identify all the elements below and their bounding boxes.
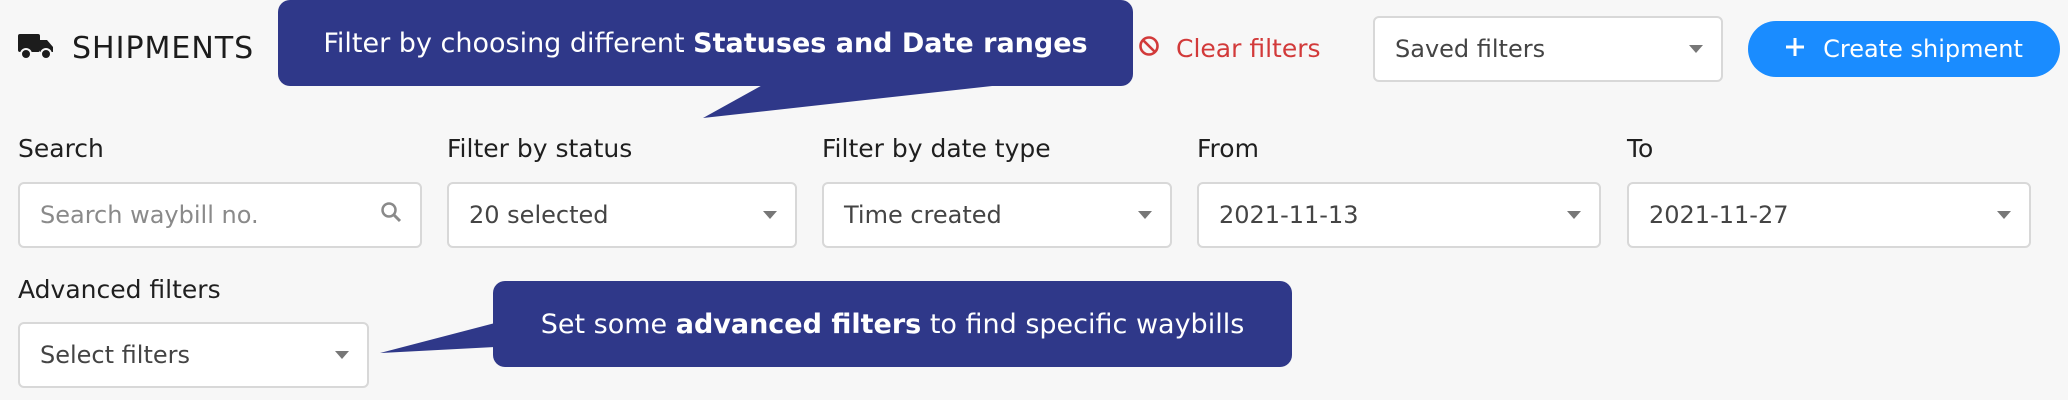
chevron-down-icon [1567,211,1581,219]
to-date-label: To [1627,134,1654,163]
plus-icon [1785,35,1805,63]
page-header: SHIPMENTS [18,26,254,70]
search-icon [380,201,402,229]
callout-text-prefix: Filter by choosing different [323,27,694,59]
chevron-down-icon [1997,211,2011,219]
date-type-value: Time created [844,201,1002,229]
saved-filters-select[interactable]: Saved filters [1373,16,1723,82]
from-date-label: From [1197,134,1259,163]
truck-icon [18,32,54,64]
create-shipment-label: Create shipment [1823,35,2023,63]
callout-text-prefix: Set some [540,308,676,340]
saved-filters-value: Saved filters [1395,35,1546,63]
status-date-callout: Filter by choosing different Statuses an… [278,0,1133,120]
from-date-select[interactable]: 2021-11-13 [1197,182,1601,248]
callout-text-bold: advanced filters [675,308,922,340]
advanced-filters-select[interactable]: Select filters [18,322,369,388]
callout-text-bold: Statuses and Date ranges [693,27,1088,59]
chevron-down-icon [1689,45,1703,53]
search-input[interactable]: Search waybill no. [18,182,422,248]
status-filter-select[interactable]: 20 selected [447,182,797,248]
chevron-down-icon [763,211,777,219]
date-type-filter-label: Filter by date type [822,134,1051,163]
ban-icon [1138,34,1160,63]
clear-filters-button[interactable]: Clear filters [1138,26,1321,70]
status-filter-label: Filter by status [447,134,633,163]
date-type-select[interactable]: Time created [822,182,1172,248]
from-date-value: 2021-11-13 [1219,201,1359,229]
advanced-filters-placeholder: Select filters [40,341,190,369]
advanced-filters-callout: Set some advanced filters to find specif… [380,281,1292,367]
create-shipment-button[interactable]: Create shipment [1748,21,2060,77]
chevron-down-icon [1138,211,1152,219]
status-filter-value: 20 selected [469,201,609,229]
search-placeholder: Search waybill no. [40,201,259,229]
callout-box-bottom: Set some advanced filters to find specif… [493,281,1292,367]
page-title: SHIPMENTS [72,30,255,66]
to-date-value: 2021-11-27 [1649,201,1789,229]
clear-filters-label: Clear filters [1176,33,1321,63]
to-date-select[interactable]: 2021-11-27 [1627,182,2031,248]
search-label: Search [18,134,104,163]
callout-text-suffix: to find specific waybills [921,308,1245,340]
callout-box-top: Filter by choosing different Statuses an… [278,0,1133,86]
chevron-down-icon [335,351,349,359]
advanced-filters-label: Advanced filters [18,275,221,304]
